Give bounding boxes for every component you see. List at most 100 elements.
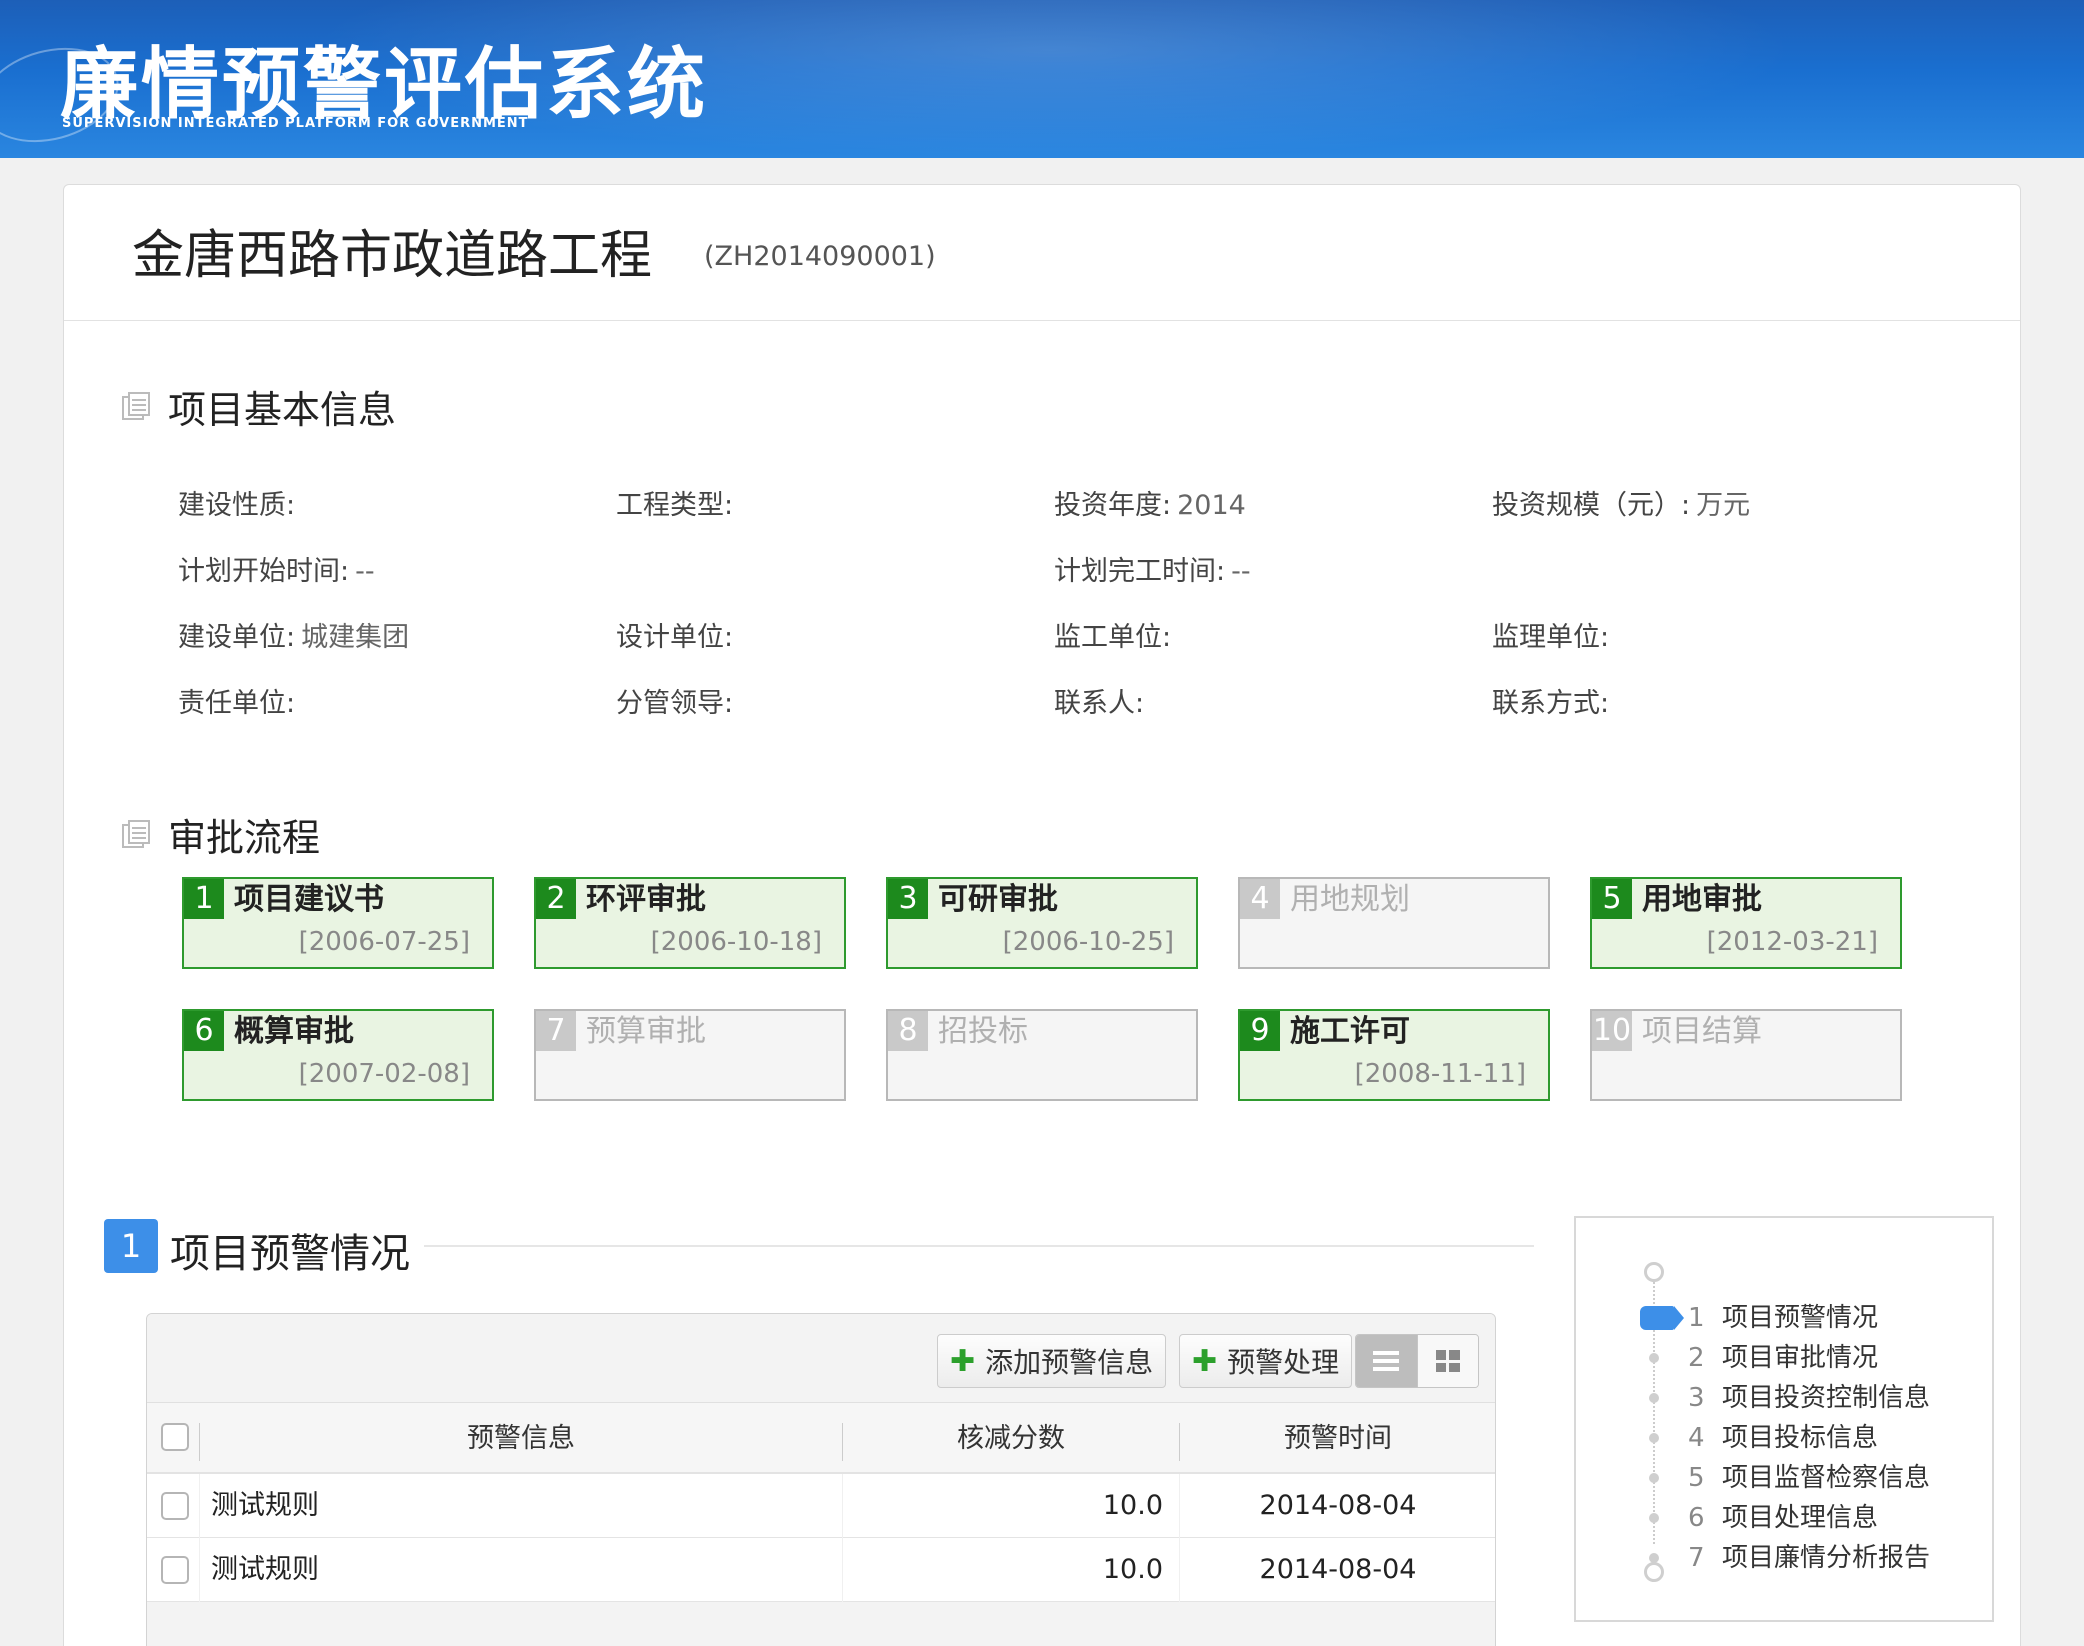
- approval-step[interactable]: 10 项目结算: [1590, 1009, 1902, 1101]
- basic-info-heading: 项目基本信息: [122, 379, 396, 434]
- nav-item[interactable]: 5 项目监督检察信息: [1576, 1458, 1992, 1498]
- info-field: 建设性质:: [178, 483, 301, 522]
- project-name: 金唐西路市政道路工程: [132, 226, 653, 286]
- nav-item-number: 4: [1688, 1423, 1705, 1453]
- step-date: [2006-10-18]: [650, 927, 822, 957]
- info-field: 投资年度: 2014: [1054, 483, 1246, 522]
- step-date: [2012-03-21]: [1706, 927, 1878, 957]
- tile-view-button[interactable]: [1416, 1335, 1478, 1387]
- step-name: 概算审批: [234, 1014, 354, 1049]
- table-row[interactable]: 测试规则 10.0 2014-08-04: [147, 1538, 1495, 1602]
- info-value: --: [355, 556, 375, 587]
- info-field: 工程类型:: [616, 483, 739, 522]
- nav-item-label: 项目审批情况: [1722, 1343, 1879, 1373]
- handle-warning-button[interactable]: ✚ 预警处理: [1179, 1334, 1353, 1388]
- active-marker-icon: [1640, 1306, 1684, 1330]
- nav-item-label: 项目预警情况: [1722, 1303, 1879, 1333]
- step-number: 3: [888, 879, 928, 919]
- info-field: 联系方式:: [1492, 681, 1615, 720]
- plus-icon: ✚: [1192, 1343, 1218, 1379]
- add-warning-label: 添加预警信息: [985, 1346, 1154, 1379]
- step-name: 预算审批: [586, 1014, 706, 1049]
- step-name: 环评审批: [586, 882, 706, 917]
- nav-item[interactable]: 4 项目投标信息: [1576, 1418, 1992, 1458]
- nav-item[interactable]: 6 项目处理信息: [1576, 1498, 1992, 1538]
- nav-item[interactable]: 7 项目廉情分析报告: [1576, 1538, 1992, 1578]
- nav-item-number: 5: [1688, 1463, 1705, 1493]
- grid-icon: [1435, 1350, 1460, 1372]
- row-score: 10.0: [1102, 1554, 1163, 1585]
- step-date: [2006-07-25]: [298, 927, 470, 957]
- info-label: 监工单位:: [1054, 622, 1172, 653]
- approval-title: 审批流程: [168, 816, 321, 860]
- table-row[interactable]: 测试规则 10.0 2014-08-04: [147, 1474, 1495, 1538]
- info-label: 工程类型:: [616, 490, 734, 521]
- section-divider: [424, 1245, 1534, 1247]
- nav-item-label: 项目投资控制信息: [1722, 1383, 1931, 1413]
- column-header-info[interactable]: 预警信息: [201, 1403, 841, 1475]
- section-nav-panel: 1 项目预警情况 2 项目审批情况 3 项目投资控制信息 4 项目投标信息 5 项目监督检察信息 6…: [1574, 1216, 1994, 1622]
- warning-grid: ✚ 添加预警信息 ✚ 预警处理 预警信息 核减分数 预警时间 测试规则 10.0…: [146, 1313, 1496, 1646]
- list-view-button[interactable]: [1356, 1335, 1417, 1387]
- info-field: 设计单位:: [616, 615, 739, 654]
- info-field: 监理单位:: [1492, 615, 1615, 654]
- plus-icon: ✚: [950, 1343, 976, 1379]
- step-number: 7: [536, 1011, 576, 1051]
- row-info: 测试规则: [211, 1554, 319, 1585]
- column-header-score[interactable]: 核减分数: [843, 1403, 1179, 1475]
- row-time: 2014-08-04: [1259, 1554, 1417, 1585]
- approval-step[interactable]: 4 用地规划: [1238, 877, 1550, 969]
- select-all-checkbox[interactable]: [161, 1423, 189, 1451]
- nav-item[interactable]: 1 项目预警情况: [1576, 1298, 1992, 1338]
- approval-step[interactable]: 1 项目建议书 [2006-07-25]: [182, 877, 494, 969]
- nav-item-label: 项目监督检察信息: [1722, 1463, 1931, 1493]
- step-number: 9: [1240, 1011, 1280, 1051]
- step-number: 6: [184, 1011, 224, 1051]
- handle-warning-label: 预警处理: [1227, 1346, 1340, 1379]
- approval-step[interactable]: 3 可研审批 [2006-10-25]: [886, 877, 1198, 969]
- basic-info-title: 项目基本信息: [168, 388, 397, 432]
- nav-item-label: 项目处理信息: [1722, 1503, 1879, 1533]
- approval-step[interactable]: 7 预算审批: [534, 1009, 846, 1101]
- add-warning-button[interactable]: ✚ 添加预警信息: [937, 1334, 1167, 1388]
- approval-step[interactable]: 5 用地审批 [2012-03-21]: [1590, 877, 1902, 969]
- approval-step[interactable]: 8 招投标: [886, 1009, 1198, 1101]
- info-field: 监工单位:: [1054, 615, 1177, 654]
- info-value: 万元: [1696, 490, 1751, 521]
- approval-step[interactable]: 9 施工许可 [2008-11-11]: [1238, 1009, 1550, 1101]
- step-name: 用地规划: [1290, 882, 1410, 917]
- nav-item[interactable]: 2 项目审批情况: [1576, 1338, 1992, 1378]
- app-subtitle: SUPERVISION INTEGRATED PLATFORM FOR GOVE…: [62, 116, 529, 131]
- info-label: 投资规模（元）:: [1492, 490, 1691, 521]
- nav-item-number: 1: [1688, 1303, 1705, 1333]
- approval-step[interactable]: 2 环评审批 [2006-10-18]: [534, 877, 846, 969]
- document-icon: [122, 819, 152, 850]
- step-number: 10: [1592, 1011, 1632, 1051]
- nav-item[interactable]: 3 项目投资控制信息: [1576, 1378, 1992, 1418]
- column-header-time[interactable]: 预警时间: [1180, 1403, 1495, 1475]
- header-banner: 廉情预警评估系统 SUPERVISION INTEGRATED PLATFORM…: [0, 0, 2084, 158]
- approval-step[interactable]: 6 概算审批 [2007-02-08]: [182, 1009, 494, 1101]
- step-number: 2: [536, 879, 576, 919]
- info-field: 联系人:: [1054, 681, 1150, 720]
- step-date: [2008-11-11]: [1354, 1059, 1526, 1089]
- info-field: 计划完工时间: --: [1054, 549, 1251, 588]
- timeline-end-icon: [1644, 1562, 1664, 1582]
- approval-heading: 审批流程: [122, 807, 320, 862]
- section-number-badge: 1: [104, 1219, 158, 1273]
- row-checkbox[interactable]: [161, 1492, 189, 1520]
- info-field: 责任单位:: [178, 681, 301, 720]
- timeline-dot-icon: [1649, 1353, 1659, 1363]
- project-header: 金唐西路市政道路工程 (ZH2014090001): [64, 185, 2020, 321]
- info-label: 投资年度:: [1054, 490, 1172, 521]
- info-field: 投资规模（元）: 万元: [1492, 483, 1750, 522]
- info-value: --: [1231, 556, 1251, 587]
- step-name: 施工许可: [1290, 1014, 1410, 1049]
- info-label: 建设单位:: [178, 622, 296, 653]
- row-checkbox[interactable]: [161, 1556, 189, 1584]
- step-number: 1: [184, 879, 224, 919]
- timeline-dot-icon: [1649, 1513, 1659, 1523]
- nav-item-number: 6: [1688, 1503, 1705, 1533]
- info-label: 责任单位:: [178, 688, 296, 719]
- project-code: (ZH2014090001): [704, 241, 936, 272]
